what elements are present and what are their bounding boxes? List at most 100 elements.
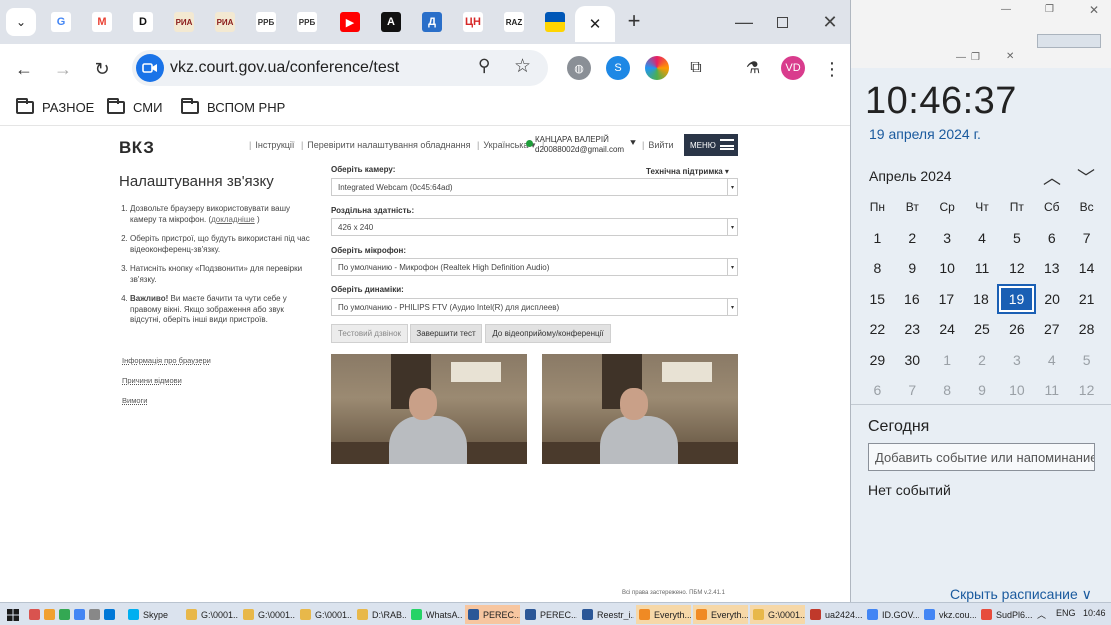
calendar-day[interactable]: 21	[1069, 284, 1104, 315]
tech-support-dropdown[interactable]: Технічна підтримка ▾	[646, 167, 729, 176]
new-tab-button[interactable]: +	[622, 8, 646, 33]
forward-button[interactable]: →	[50, 56, 76, 82]
taskbar-item[interactable]: Reestr_i...	[579, 605, 634, 624]
bookmark-folder-1[interactable]: РАЗНОЕ	[16, 98, 94, 115]
to-conference-button[interactable]: До відеоприйому/конференції	[485, 324, 611, 343]
maximize-button[interactable]	[770, 10, 794, 34]
shazam-extension-icon[interactable]: S	[606, 56, 630, 80]
back-button[interactable]: ←	[11, 56, 37, 82]
tab-rma-2[interactable]: РИА	[210, 8, 240, 36]
prev-month-button[interactable]: ︿	[1043, 164, 1061, 190]
tab-d[interactable]: D	[128, 8, 158, 36]
logout-link[interactable]: Вийти	[648, 140, 673, 150]
tab-ua[interactable]	[540, 8, 570, 36]
tray-chevron-up-icon[interactable]: ︿	[1037, 608, 1046, 621]
microphone-select[interactable]: По умолчанию - Микрофон (Realtek High De…	[331, 258, 738, 276]
browser-info-link[interactable]: Інформація про браузери	[122, 356, 211, 365]
taskbar-item[interactable]: G:\0001...	[183, 605, 238, 624]
taskbar-item[interactable]: Everyth...	[636, 605, 691, 624]
more-link[interactable]: докладніше	[211, 215, 255, 224]
resolution-select[interactable]: 426 x 240 ▾	[331, 218, 738, 236]
taskbar-item[interactable]: D:\RAB...	[354, 605, 406, 624]
tab-gmail[interactable]: M	[87, 8, 117, 36]
nav-instructions[interactable]: Інструкції	[255, 140, 294, 150]
nav-check-equipment[interactable]: Перевірити налаштування обладнання	[307, 140, 470, 150]
color-extension-icon[interactable]	[645, 56, 669, 80]
calendar-day[interactable]: 5	[1069, 345, 1104, 376]
quick-launch-icons[interactable]	[26, 605, 119, 624]
pin-icon[interactable]: ⯆	[629, 138, 637, 149]
extensions-puzzle-icon[interactable]: ⧉	[684, 56, 708, 80]
bookmark-folder-3[interactable]: ВСПОМ РНР	[181, 98, 285, 115]
taskbar-item[interactable]: WhatsA...	[408, 605, 463, 624]
calendar-day[interactable]: 30	[895, 345, 930, 376]
next-month-button[interactable]: ﹀	[1077, 164, 1095, 190]
refusal-reasons-link[interactable]: Причини відмови	[122, 376, 211, 385]
globe-extension-icon[interactable]: ◍	[567, 56, 591, 80]
start-button[interactable]	[4, 605, 19, 624]
calendar-day[interactable]: 29	[860, 345, 895, 376]
calendar-day[interactable]: 4	[965, 223, 1000, 254]
bookmark-star-icon[interactable]: ☆	[514, 55, 531, 78]
add-event-input[interactable]: Добавить событие или напоминание	[868, 443, 1095, 471]
speaker-select[interactable]: По умолчанию - PHILIPS FTV (Аудио Intel(…	[331, 298, 738, 316]
taskbar-item[interactable]: vkz.cou...	[921, 605, 976, 624]
minimize-button[interactable]: —	[732, 10, 756, 34]
calendar-day[interactable]: 6	[860, 375, 895, 406]
taskbar-item[interactable]: G:\0001...	[240, 605, 295, 624]
taskbar-item[interactable]: Everyth...	[693, 605, 748, 624]
close-window-button[interactable]: ✕	[818, 10, 842, 34]
zoom-icon[interactable]: ⚲	[478, 56, 490, 76]
calendar-day[interactable]: 11	[965, 253, 1000, 284]
menu-button[interactable]: МЕНЮ	[684, 134, 738, 156]
calendar-day[interactable]: 12	[999, 253, 1034, 284]
calendar-day[interactable]: 4	[1034, 345, 1069, 376]
calendar-day[interactable]: 22	[860, 314, 895, 345]
url-text[interactable]: vkz.court.gov.ua/conference/test	[170, 59, 399, 77]
user-info[interactable]: КАНЦАРА ВАЛЕРІЙ d20088002d@gmail.com	[526, 135, 624, 155]
bg2-minimize-icon[interactable]: —	[956, 52, 966, 63]
bg-close-icon[interactable]: ✕	[1089, 3, 1099, 17]
bg2-restore-icon[interactable]: ❐	[971, 52, 980, 63]
taskbar-item[interactable]: PEREC...	[465, 605, 520, 624]
site-logo[interactable]: ВКЗ	[119, 138, 154, 158]
bg-minimize-icon[interactable]: —	[1001, 4, 1011, 15]
calendar-day[interactable]: 9	[965, 375, 1000, 406]
test-call-button[interactable]: Тестовий дзвінок	[331, 324, 408, 343]
calendar-day[interactable]: 20	[1035, 284, 1070, 315]
reload-button[interactable]: ↻	[89, 56, 115, 82]
clock-date[interactable]: 19 апреля 2024 г.	[869, 126, 981, 142]
labs-flask-icon[interactable]: ⚗	[741, 56, 765, 80]
taskbar-item[interactable]: PEREC...	[522, 605, 577, 624]
tab-cn[interactable]: ЦН	[458, 8, 488, 36]
bg-restore-icon[interactable]: ❐	[1045, 4, 1054, 15]
taskbar-item[interactable]: ID.GOV...	[864, 605, 919, 624]
calendar-day[interactable]: 7	[1069, 223, 1104, 254]
calendar-day[interactable]: 16	[895, 284, 930, 315]
calendar-day[interactable]: 10	[930, 253, 965, 284]
taskbar-clock[interactable]: 10:46	[1083, 608, 1106, 618]
calendar-day[interactable]: 5	[999, 223, 1034, 254]
tab-d-blue[interactable]: Д	[417, 8, 447, 36]
calendar-day[interactable]: 24	[930, 314, 965, 345]
calendar-day[interactable]: 25	[965, 314, 1000, 345]
calendar-day[interactable]: 2	[895, 223, 930, 254]
hide-agenda-link[interactable]: Скрыть расписание ∨	[950, 586, 1092, 603]
calendar-day[interactable]: 15	[860, 284, 895, 315]
profile-avatar[interactable]: VD	[781, 56, 805, 80]
calendar-day[interactable]: 26	[999, 314, 1034, 345]
requirements-link[interactable]: Вимоги	[122, 396, 211, 405]
tab-a[interactable]: A	[376, 8, 406, 36]
calendar-day[interactable]: 1	[930, 345, 965, 376]
calendar-day[interactable]: 6	[1034, 223, 1069, 254]
calendar-day[interactable]: 9	[895, 253, 930, 284]
tab-rrb-1[interactable]: РРБ	[251, 8, 281, 36]
address-bar[interactable]: vkz.court.gov.ua/conference/test ⚲ ☆	[132, 50, 548, 86]
camera-select[interactable]: Integrated Webcam (0c45:64ad) ▾	[331, 178, 738, 196]
calendar-month[interactable]: Апрель 2024	[869, 168, 952, 184]
calendar-day[interactable]: 10	[999, 375, 1034, 406]
calendar-day[interactable]: 18	[964, 284, 999, 315]
calendar-day[interactable]: 14	[1069, 253, 1104, 284]
tab-youtube[interactable]: ▶	[335, 8, 365, 36]
calendar-day[interactable]: 2	[965, 345, 1000, 376]
